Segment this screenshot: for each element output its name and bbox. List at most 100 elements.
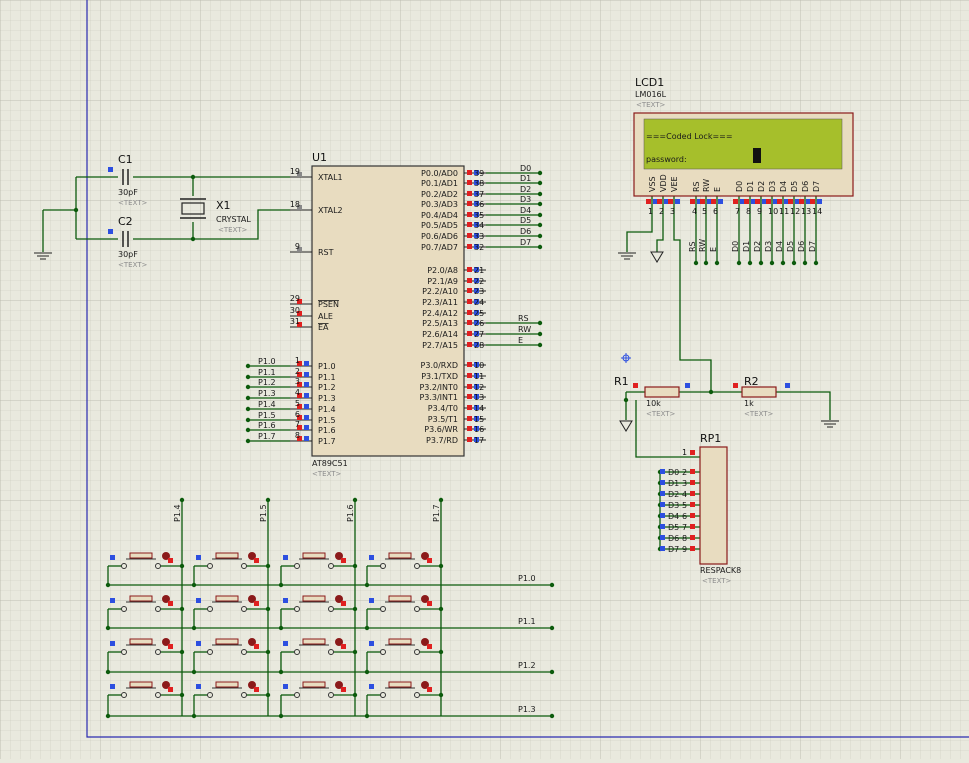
junction-dot <box>245 438 251 444</box>
pin-marker <box>467 342 472 347</box>
mcu-net-label: D6 <box>520 227 531 236</box>
junction-dot <box>245 406 251 412</box>
lcd-pin-number: 10 <box>768 207 778 216</box>
junction-dot <box>703 260 709 266</box>
mcu-pin-name: P3.3/INT1 <box>419 393 458 402</box>
pin-marker <box>467 362 472 367</box>
pin-marker <box>108 167 113 172</box>
pin-marker <box>817 199 822 204</box>
mcu-net-label: P1.7 <box>258 432 276 441</box>
mcu-pin-name: P1.4 <box>318 405 336 414</box>
mcu-pin-number: 9 <box>295 242 300 251</box>
mcu-pin-name: P2.2/A10 <box>422 287 458 296</box>
keypad-column-label: P1.7 <box>432 504 441 522</box>
mcu-pin-number: 4 <box>295 388 300 397</box>
lcd-cursor <box>753 148 761 163</box>
pin-marker <box>427 644 432 649</box>
pin-marker <box>304 415 309 420</box>
junction-dot <box>537 244 543 250</box>
mcu-pin-number: 37 <box>474 190 484 199</box>
rp1-pin-number: 2 <box>682 468 687 477</box>
mcu-pin-name: P1.5 <box>318 416 336 425</box>
mcu-net-label: P1.2 <box>258 378 276 387</box>
pin-marker <box>196 555 201 560</box>
lcd-pin-number: 7 <box>735 207 740 216</box>
junction-dot <box>245 374 251 380</box>
junction-dot <box>278 582 284 588</box>
mcu-pin-number: 27 <box>474 330 484 339</box>
junction-dot <box>537 222 543 228</box>
key-switch-cap <box>129 552 153 559</box>
mcu-pin-name: P0.2/AD2 <box>421 190 458 199</box>
keypad-column-label: P1.5 <box>259 504 268 522</box>
mcu-pin-name: P3.6/WR <box>424 425 458 434</box>
lcd-net-label: D4 <box>775 241 784 252</box>
pin-marker <box>108 229 113 234</box>
pin-marker <box>690 546 695 551</box>
pin-marker <box>283 598 288 603</box>
junction-dot <box>245 417 251 423</box>
key-switch-cap <box>215 552 239 559</box>
junction-dot <box>549 625 555 631</box>
mcu-pin-name: P3.0/RXD <box>421 361 458 370</box>
junction-dot <box>549 582 555 588</box>
pin-marker <box>766 199 771 204</box>
pin-marker <box>690 535 695 540</box>
lcd-pin-name: VDD <box>659 174 668 192</box>
mcu-pin-number: 28 <box>474 341 484 350</box>
pin-marker <box>467 180 472 185</box>
pin-marker <box>718 199 723 204</box>
schematic-svg[interactable]: ===Coded Lock=== password: LCD1LM016L <TEXT… <box>0 0 969 759</box>
rp1-pin-number: 6 <box>682 512 687 521</box>
pin-marker <box>675 199 680 204</box>
lcd-pin-name: D4 <box>779 181 788 192</box>
rp1-net-label: D1 <box>668 479 679 488</box>
pin-marker <box>467 299 472 304</box>
pin-marker <box>467 222 472 227</box>
mcu-pin-name: P2.4/A12 <box>422 309 458 318</box>
mcu-pin-number: 6 <box>295 410 300 419</box>
pin-marker <box>110 641 115 646</box>
lcd-pin-name: D7 <box>812 181 821 192</box>
keypad-column-label: P1.6 <box>346 504 355 522</box>
pin-marker <box>467 267 472 272</box>
pin-marker <box>685 383 690 388</box>
junction-dot <box>191 582 197 588</box>
junction-dot <box>352 649 358 655</box>
key-switch-cap <box>302 681 326 688</box>
mcu-net-label: P1.3 <box>258 389 276 398</box>
r1-value: 10k <box>646 399 661 408</box>
r2-value: 1k <box>744 399 754 408</box>
lcd-pin-number: 9 <box>757 207 762 216</box>
pin-marker <box>369 684 374 689</box>
keypad-row-label: P1.3 <box>518 705 536 714</box>
mcu-pin-number: 36 <box>474 200 484 209</box>
junction-dot <box>438 606 444 612</box>
mcu-pin-number: 34 <box>474 221 484 230</box>
junction-dot <box>265 606 271 612</box>
pin-marker <box>777 199 782 204</box>
mcu-pin-number: 13 <box>474 393 484 402</box>
junction-dot <box>802 260 808 266</box>
pin-marker <box>711 199 716 204</box>
rp1-pin-number: 8 <box>682 534 687 543</box>
mcu-pin-number: 17 <box>474 436 484 445</box>
mcu-net-label: D7 <box>520 238 531 247</box>
mcu-pin-number: 22 <box>474 277 484 286</box>
lcd-pin-number: 4 <box>692 207 697 216</box>
rp1-pin-number: 3 <box>682 479 687 488</box>
schematic-canvas[interactable]: ===Coded Lock=== password: LCD1 LM016L <TEXT… <box>0 0 969 759</box>
pin-marker <box>369 598 374 603</box>
junction-dot <box>278 625 284 631</box>
junction-dot <box>105 582 111 588</box>
pin-marker <box>660 535 665 540</box>
x1-ref: X1 <box>216 199 231 212</box>
junction-dot <box>537 180 543 186</box>
mcu-pin-name: XTAL1 <box>318 173 343 182</box>
junction-dot <box>265 692 271 698</box>
pin-marker <box>254 558 259 563</box>
mcu-net-label: D4 <box>520 206 531 215</box>
mcu-pin-number: 21 <box>474 266 484 275</box>
pin-marker <box>369 641 374 646</box>
pin-marker <box>785 383 790 388</box>
